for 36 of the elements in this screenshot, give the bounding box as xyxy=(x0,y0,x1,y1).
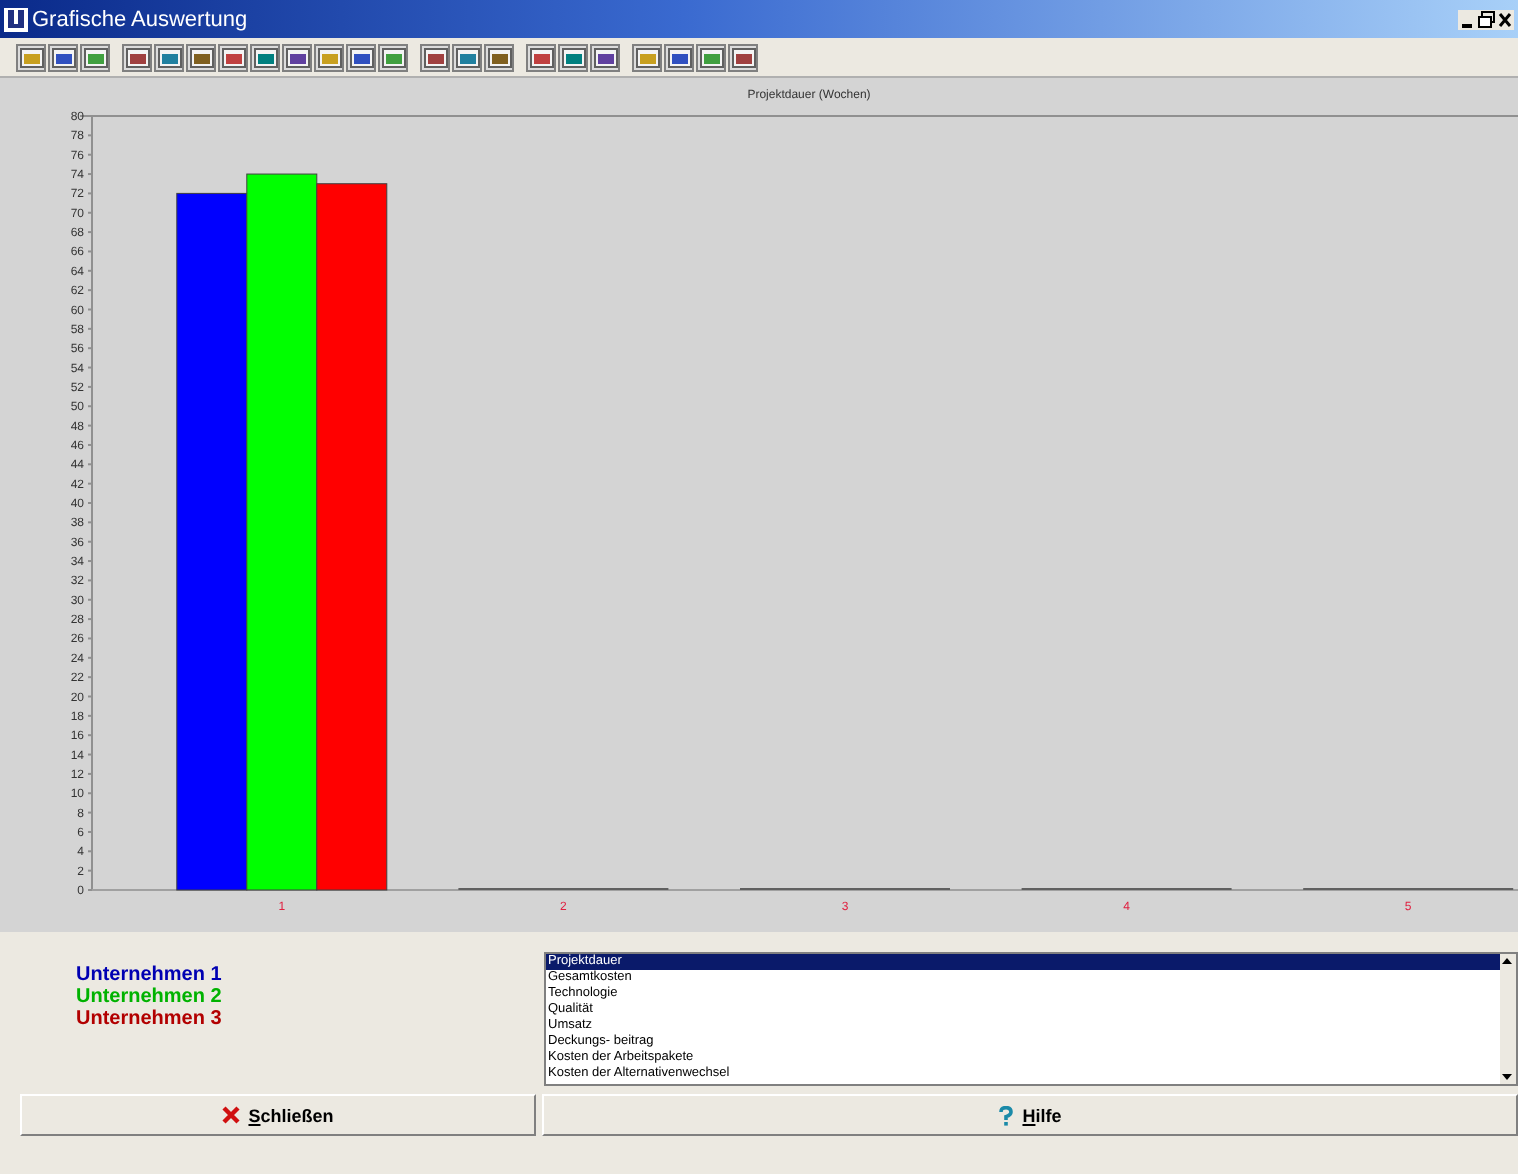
toolbar-button[interactable] xyxy=(378,43,408,71)
restore-icon[interactable] xyxy=(1478,9,1496,29)
toolbar-button[interactable] xyxy=(728,43,758,71)
toolbar-button[interactable] xyxy=(590,43,620,71)
cross-icon xyxy=(222,1106,241,1124)
toolbar-button[interactable] xyxy=(282,43,312,71)
window-title: Grafische Auswertung xyxy=(32,7,248,31)
app-icon xyxy=(4,7,28,31)
toolbar-button[interactable] xyxy=(218,43,248,71)
legend-label: Unternehmen 2 xyxy=(76,986,224,1008)
toolbar-button[interactable] xyxy=(16,43,46,71)
legend-label: Unternehmen 3 xyxy=(76,1008,224,1030)
toolbar-button[interactable] xyxy=(314,43,344,71)
toolbar-button[interactable] xyxy=(346,43,376,71)
toolbar-button[interactable] xyxy=(250,43,280,71)
toolbar-button[interactable] xyxy=(484,43,514,71)
toolbar-button[interactable] xyxy=(80,43,110,71)
toolbar-button[interactable] xyxy=(632,43,662,71)
close-button[interactable]: Schließen xyxy=(20,1094,536,1136)
scrollbar[interactable] xyxy=(1500,954,1516,1084)
toolbar-button[interactable] xyxy=(526,43,556,71)
toolbar-button[interactable] xyxy=(154,43,184,71)
toolbar-button[interactable] xyxy=(186,43,216,71)
down-arrow-icon[interactable] xyxy=(1500,1070,1514,1084)
question-mark-icon xyxy=(998,1105,1015,1125)
toolbar-button[interactable] xyxy=(420,43,450,71)
legend-label: Unternehmen 1 xyxy=(76,964,224,986)
toolbar-button[interactable] xyxy=(664,43,694,71)
toolbar-button[interactable] xyxy=(452,43,482,71)
toolbar-button[interactable] xyxy=(696,43,726,71)
toolbar-button[interactable] xyxy=(48,43,78,71)
help-button[interactable]: Hilfe xyxy=(542,1094,1518,1136)
toolbar-button[interactable] xyxy=(122,43,152,71)
close-icon[interactable] xyxy=(1498,9,1512,29)
toolbar-button[interactable] xyxy=(558,43,588,71)
up-arrow-icon[interactable] xyxy=(1500,954,1514,968)
